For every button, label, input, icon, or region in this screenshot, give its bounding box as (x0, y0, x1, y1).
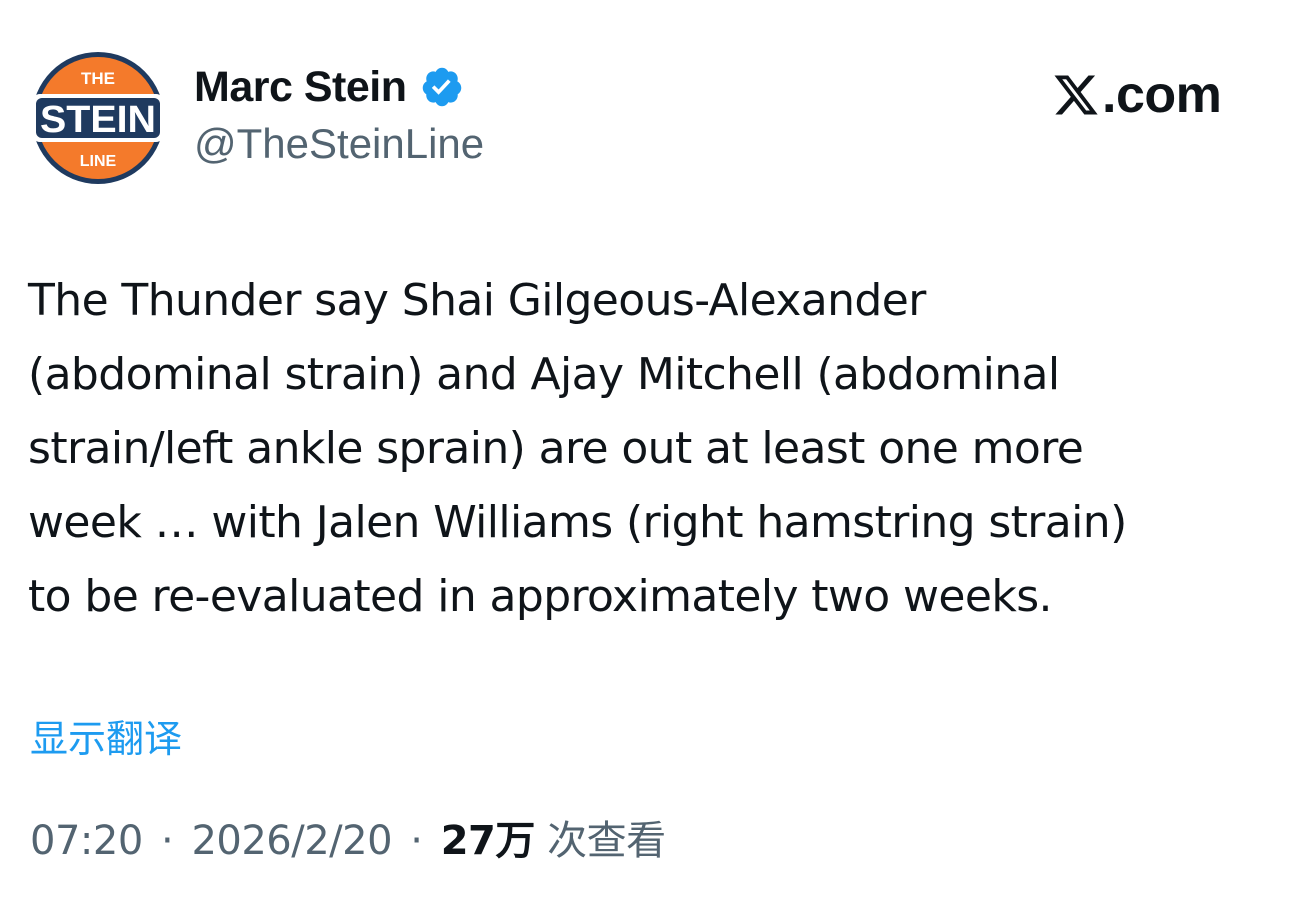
display-name[interactable]: Marc Stein (194, 63, 407, 112)
avatar-text-middle: STEIN (40, 99, 156, 141)
avatar-text-bottom: LINE (80, 153, 117, 170)
verified-badge-icon (423, 67, 462, 107)
tweet-line: (abdominal strain) and Ajay Mitchell (ab… (28, 349, 1060, 400)
views-label: 次查看 (547, 818, 666, 864)
tweet-meta: 07:20 · 2026/2/20 · 27万 次查看 (30, 808, 666, 866)
tweet-line: to be re-evaluated in approximately two … (28, 571, 1053, 622)
views-count[interactable]: 27万 (441, 818, 536, 864)
meta-separator: · (161, 818, 174, 864)
show-translation-link[interactable]: 显示翻译 (30, 708, 182, 763)
avatar-text-top: THE (81, 69, 115, 88)
avatar[interactable]: THE STEIN LINE (28, 50, 168, 186)
brand-text: .com (1102, 66, 1222, 124)
handle[interactable]: @TheSteinLine (194, 120, 484, 168)
meta-separator: · (410, 818, 423, 864)
brand-logo: .com (1052, 64, 1222, 126)
tweet-date[interactable]: 2026/2/20 (191, 818, 392, 864)
name-row: Marc Stein (194, 58, 484, 116)
tweet-line: strain/left ankle sprain) are out at lea… (28, 423, 1084, 474)
tweet-line: The Thunder say Shai Gilgeous-Alexander (28, 275, 926, 326)
x-logo-icon (1054, 75, 1098, 115)
tweet-line: week … with Jalen Williams (right hamstr… (28, 497, 1127, 548)
author-block: Marc Stein @TheSteinLine (194, 58, 484, 168)
tweet-time[interactable]: 07:20 (30, 818, 143, 864)
tweet-text: The Thunder say Shai Gilgeous-Alexander … (28, 264, 1258, 634)
